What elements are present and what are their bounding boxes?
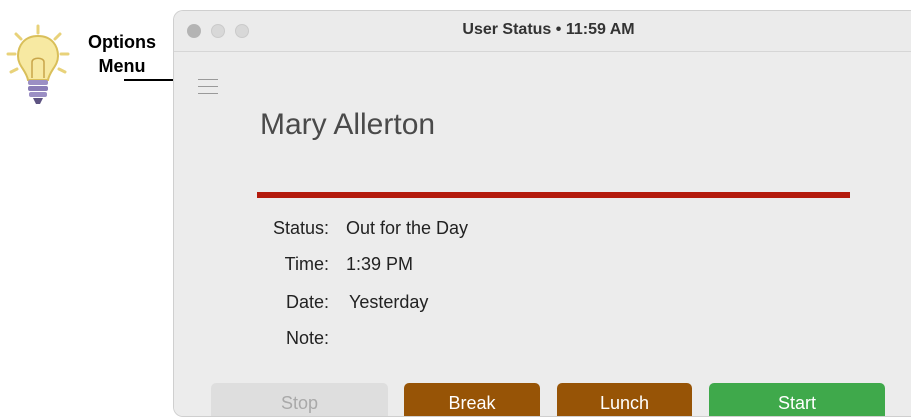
window-title: User Status • 11:59 AM — [462, 21, 635, 38]
note-label: Note: — [285, 328, 329, 348]
start-button[interactable]: Start — [709, 383, 885, 416]
lightbulb-icon — [6, 24, 70, 104]
time-label: Time: — [284, 254, 329, 274]
hamburger-menu-icon[interactable] — [198, 79, 218, 97]
options-menu-callout: Options Menu — [72, 30, 172, 78]
status-value: Out for the Day — [346, 218, 469, 238]
user-name: Mary Allerton — [260, 108, 436, 141]
break-button[interactable]: Break — [404, 383, 540, 416]
window-content: Mary Allerton Status: Out for the Day Ti… — [174, 52, 911, 416]
name-underline — [257, 192, 850, 198]
time-value: 1:39 PM — [346, 254, 414, 274]
title-bar: User Status • 11:59 AM — [174, 11, 911, 52]
user-status-window: User Status • 11:59 AM Mary Allerton Sta… — [173, 10, 911, 417]
date-value: Yesterday — [349, 292, 429, 312]
date-label: Date: — [285, 292, 329, 312]
status-label: Status: — [272, 218, 329, 238]
stop-button[interactable]: Stop — [211, 383, 388, 416]
callout-line-1: Options — [88, 32, 156, 52]
lunch-button[interactable]: Lunch — [557, 383, 692, 416]
